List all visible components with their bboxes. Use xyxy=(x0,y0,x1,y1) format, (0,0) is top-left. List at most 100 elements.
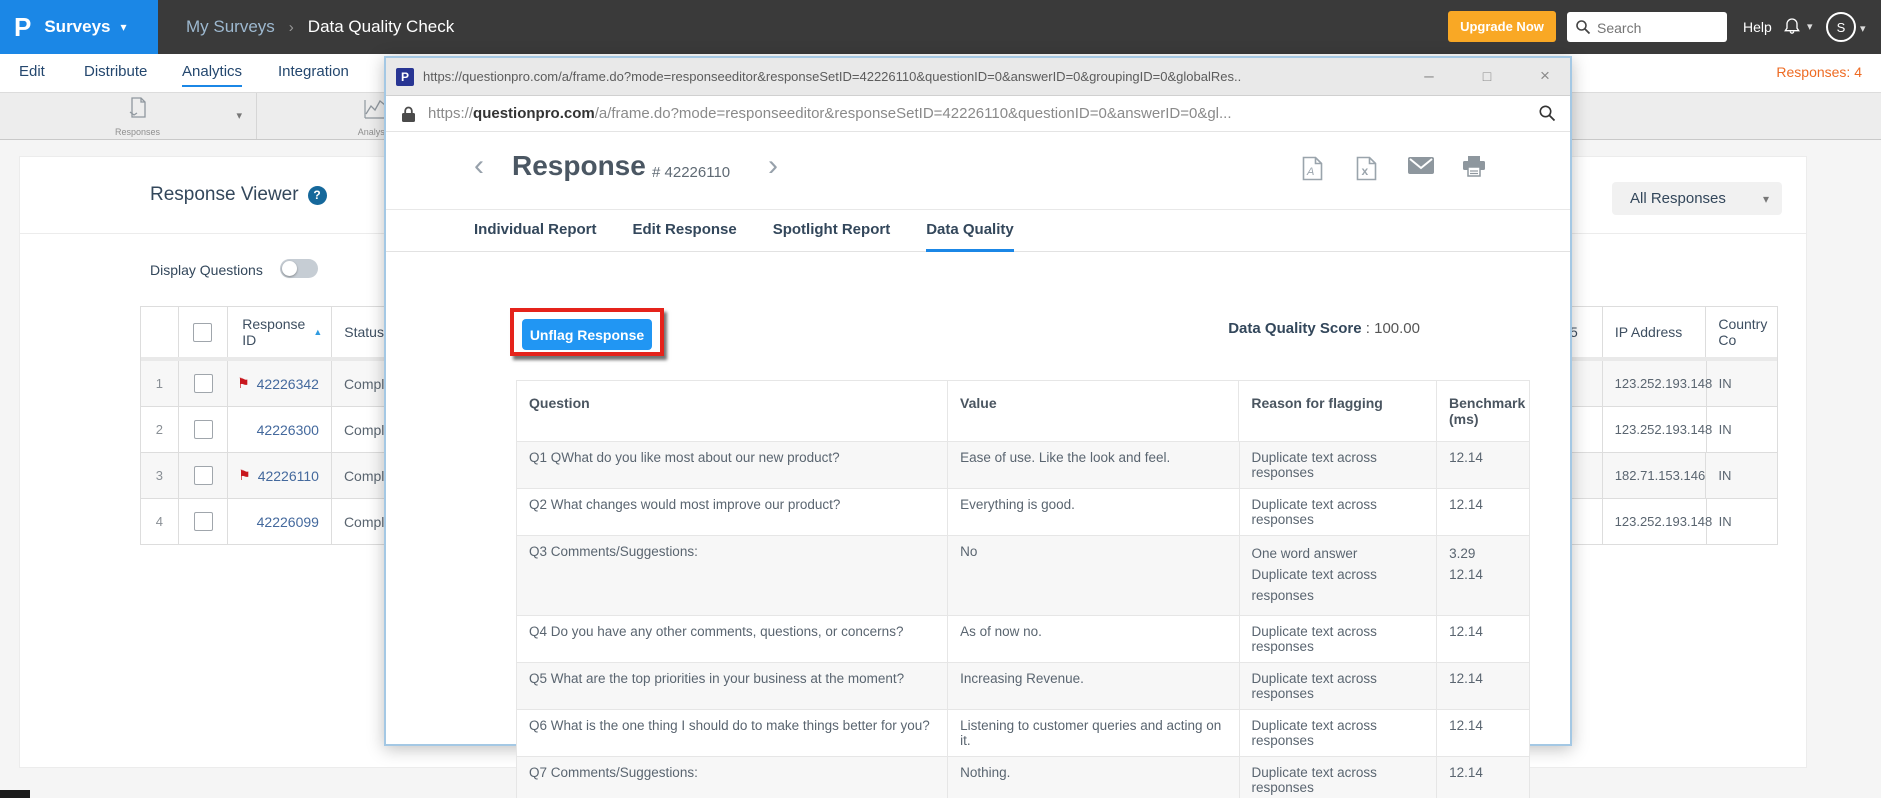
question-cell: Q4 Do you have any other comments, quest… xyxy=(517,615,949,662)
chevron-down-icon: ▾ xyxy=(1807,21,1813,33)
benchmark-cell: 12.14 xyxy=(1449,670,1483,686)
responses-table-right: 5 IP Address Country Co 123.252.193.148 … xyxy=(1540,306,1778,545)
account-menu-caret[interactable]: ▾ xyxy=(1860,22,1866,35)
response-tabs: Individual Report Edit Response Spotligh… xyxy=(386,210,1570,252)
reason-cell: One word answer Duplicate text across re… xyxy=(1240,536,1438,615)
chevron-down-icon: ▾ xyxy=(120,20,127,34)
avatar-initial: S xyxy=(1836,19,1846,35)
breadcrumb: My Surveys › Data Quality Check xyxy=(186,0,454,54)
window-titlebar[interactable]: P https://questionpro.com/a/frame.do?mod… xyxy=(386,58,1570,96)
minimize-button[interactable]: – xyxy=(1416,58,1442,96)
questionpro-logo: P xyxy=(14,11,32,42)
tab-edit-response[interactable]: Edit Response xyxy=(633,210,737,252)
previous-response-button[interactable]: ‹ xyxy=(474,146,484,186)
surveys-menu[interactable]: P Surveys ▾ xyxy=(0,0,158,54)
reason-cell: Duplicate text across responses xyxy=(1240,662,1438,709)
reason-cell: Duplicate text across responses xyxy=(1240,615,1438,662)
country-cell: IN xyxy=(1718,468,1732,483)
screen: P Surveys ▾ My Surveys › Data Quality Ch… xyxy=(0,0,1881,798)
email-icon[interactable] xyxy=(1408,156,1434,180)
column-header-response-id[interactable]: Response ID xyxy=(242,316,305,348)
notifications-button[interactable]: ▾ xyxy=(1782,16,1813,37)
select-all-checkbox[interactable] xyxy=(193,322,213,342)
response-editor-window: P https://questionpro.com/a/frame.do?mod… xyxy=(384,56,1572,798)
tab-spotlight-report[interactable]: Spotlight Report xyxy=(773,210,890,252)
response-header: ‹ Response # 42226110 › A x xyxy=(386,132,1570,210)
nav-tab-edit[interactable]: Edit xyxy=(19,54,45,92)
reason-cell: Duplicate text across responses xyxy=(1240,709,1438,756)
response-id-link[interactable]: 42226110 xyxy=(258,468,319,484)
country-cell: IN xyxy=(1718,514,1732,529)
nav-tab-distribute[interactable]: Distribute xyxy=(84,54,147,92)
ip-cell: 123.252.193.148 xyxy=(1603,499,1712,544)
avatar[interactable]: S xyxy=(1826,12,1856,42)
benchmark-cell: 12.14 xyxy=(1449,497,1483,512)
table-row: Q3 Comments/Suggestions: No One word ans… xyxy=(517,536,1529,616)
close-button[interactable]: × xyxy=(1532,58,1558,96)
breadcrumb-my-surveys[interactable]: My Surveys xyxy=(186,17,275,37)
row-checkbox[interactable] xyxy=(193,466,213,485)
table-row: 123.252.193.148 IN xyxy=(1540,499,1777,544)
search-box xyxy=(1567,12,1727,44)
table-row: 123.252.193.148 IN xyxy=(1540,407,1777,453)
svg-text:x: x xyxy=(1362,164,1369,178)
table-row: Q5 What are the top priorities in your b… xyxy=(517,662,1529,710)
questionpro-favicon: P xyxy=(396,68,414,86)
unflag-response-button[interactable]: Unflag Response xyxy=(522,319,652,350)
table-row: 123.252.193.148 IN xyxy=(1540,361,1777,407)
bell-icon xyxy=(1784,18,1800,34)
print-icon[interactable] xyxy=(1462,156,1486,183)
sort-asc-icon[interactable]: ▲ xyxy=(313,327,322,337)
row-checkbox[interactable] xyxy=(193,420,213,439)
row-checkbox[interactable] xyxy=(193,512,213,531)
all-responses-dropdown[interactable]: All Responses ▾ xyxy=(1612,182,1782,215)
benchmark-cell: 12.14 xyxy=(1449,450,1483,465)
response-id-link[interactable]: 42226342 xyxy=(257,376,319,392)
maximize-button[interactable]: □ xyxy=(1474,58,1500,96)
column-header-benchmark: Benchmark (ms) xyxy=(1449,395,1526,427)
table-row: Q7 Comments/Suggestions: Nothing. Duplic… xyxy=(517,756,1529,798)
display-questions-toggle[interactable] xyxy=(280,259,318,278)
response-id-link[interactable]: 42226099 xyxy=(257,514,319,530)
nav-tab-integration[interactable]: Integration xyxy=(278,54,349,92)
address-url[interactable]: https://questionpro.com/a/frame.do?mode=… xyxy=(428,96,1508,132)
search-icon xyxy=(1576,20,1591,35)
chevron-down-icon: ▾ xyxy=(1762,191,1769,206)
top-navbar: P Surveys ▾ My Surveys › Data Quality Ch… xyxy=(0,0,1881,54)
page-title: Response Viewer ? xyxy=(150,184,327,206)
table-row: 182.71.153.146 IN xyxy=(1540,453,1777,499)
tab-data-quality[interactable]: Data Quality xyxy=(926,210,1014,252)
reason-cell: Duplicate text across responses xyxy=(1240,489,1438,535)
row-checkbox[interactable] xyxy=(193,374,213,393)
address-bar[interactable]: https://questionpro.com/a/frame.do?mode=… xyxy=(386,96,1570,132)
value-cell: Increasing Revenue. xyxy=(948,662,1240,709)
surveys-menu-label: Surveys xyxy=(44,17,111,36)
benchmark-cell: 12.14 xyxy=(1449,764,1483,780)
chevron-down-icon: ▾ xyxy=(236,110,242,122)
display-questions-label: Display Questions xyxy=(150,262,263,278)
response-id-link[interactable]: 42226300 xyxy=(257,422,319,438)
export-pdf-icon[interactable]: A xyxy=(1302,156,1323,186)
column-header-status[interactable]: Status xyxy=(344,324,384,340)
lock-icon xyxy=(402,106,415,122)
help-link[interactable]: Help xyxy=(1743,0,1772,54)
responses-document-icon xyxy=(125,96,151,127)
column-header-ip[interactable]: IP Address xyxy=(1603,307,1707,357)
help-badge-icon[interactable]: ? xyxy=(307,185,327,205)
data-quality-score: Data Quality Score : 100.00 xyxy=(1228,320,1420,337)
upgrade-now-button[interactable]: Upgrade Now xyxy=(1448,11,1556,42)
search-input[interactable] xyxy=(1595,12,1725,44)
value-cell: Everything is good. xyxy=(948,489,1240,535)
value-cell: Nothing. xyxy=(948,756,1240,798)
bottom-corner-strip xyxy=(0,790,30,798)
tab-individual-report[interactable]: Individual Report xyxy=(474,210,597,252)
export-excel-icon[interactable]: x xyxy=(1356,156,1377,186)
nav-tab-analytics[interactable]: Analytics xyxy=(182,54,243,92)
next-response-button[interactable]: › xyxy=(768,146,778,186)
table-row: Q4 Do you have any other comments, quest… xyxy=(517,615,1529,663)
tool-responses[interactable]: ▾ Responses xyxy=(19,93,257,139)
column-header-country[interactable]: Country Co xyxy=(1706,307,1777,357)
column-header-reason: Reason for flagging xyxy=(1239,381,1437,441)
zoom-icon[interactable] xyxy=(1538,104,1556,122)
responses-count: Responses: 4 xyxy=(1776,64,1862,80)
